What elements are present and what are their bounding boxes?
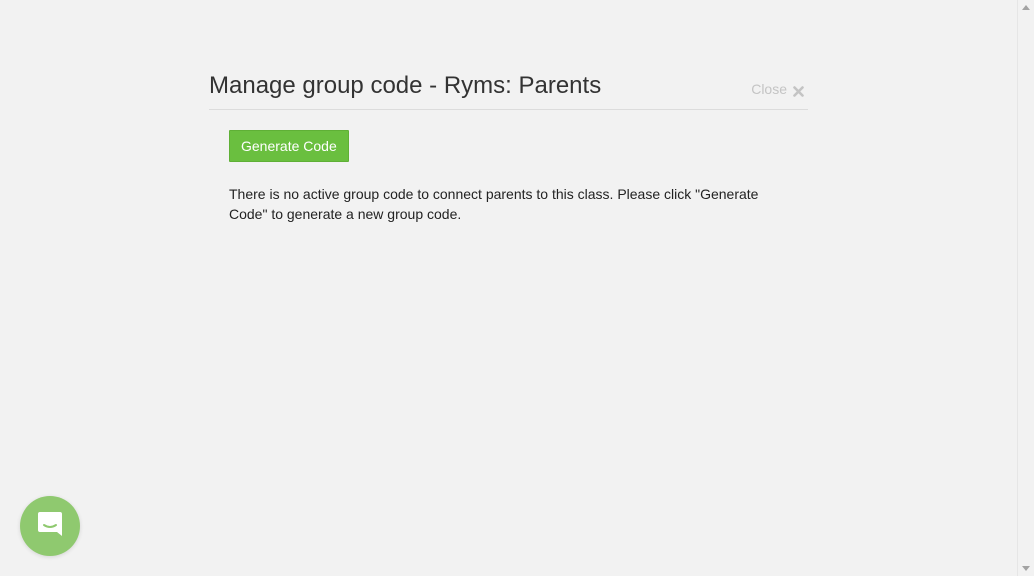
generate-code-button[interactable]: Generate Code (229, 130, 349, 162)
chat-bubble-icon (35, 509, 65, 544)
scroll-down-arrow-icon[interactable] (1022, 566, 1030, 571)
dialog-title: Manage group code - Ryms: Parents (209, 72, 602, 99)
close-label: Close (751, 81, 787, 97)
dialog-body: Generate Code There is no active group c… (209, 110, 808, 224)
chat-launcher-button[interactable] (20, 496, 80, 556)
close-button[interactable]: Close (751, 81, 804, 97)
no-active-code-message: There is no active group code to connect… (229, 186, 759, 222)
close-x-icon (793, 84, 804, 97)
scroll-up-arrow-icon[interactable] (1022, 5, 1030, 10)
vertical-scrollbar[interactable] (1017, 0, 1034, 576)
page: Manage group code - Ryms: Parents Close … (0, 0, 1034, 576)
dialog-header: Manage group code - Ryms: Parents Close (209, 68, 808, 110)
manage-group-code-dialog: Manage group code - Ryms: Parents Close … (209, 68, 808, 224)
